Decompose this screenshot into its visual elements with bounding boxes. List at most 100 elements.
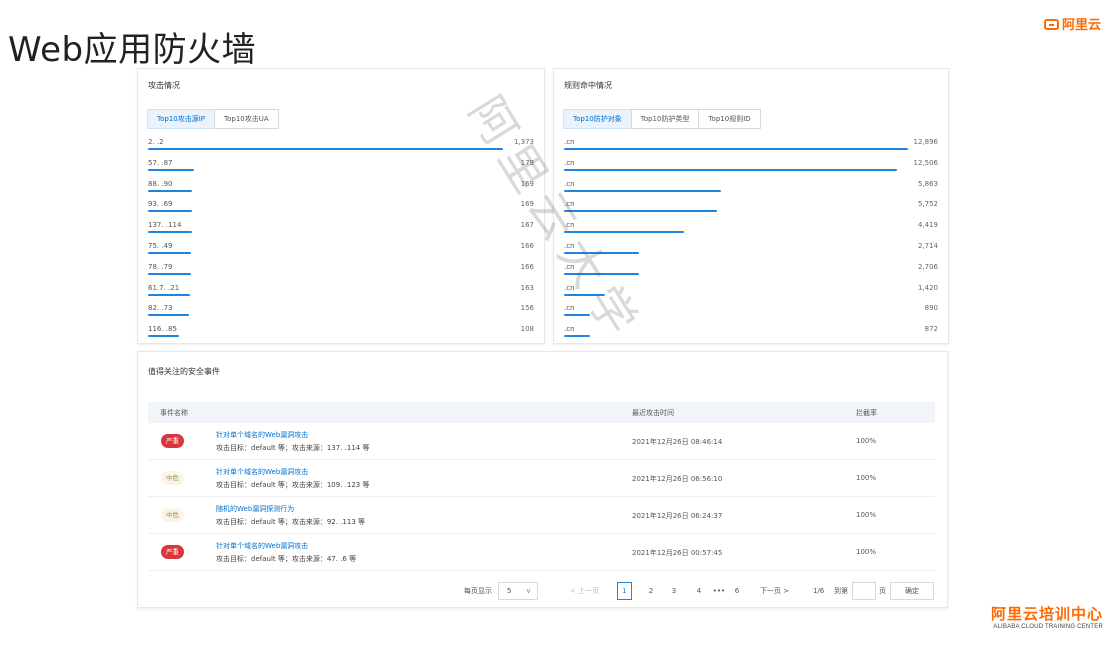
goto-confirm-button[interactable]: 确定 xyxy=(890,582,934,600)
attack-source-label: 61.7. .21 xyxy=(148,283,180,292)
rule-rank-list: .cn 12,896 .cn 12,506 .cn 5,863 .cn 5,752 .cn 4,4… xyxy=(564,135,938,343)
events-table-body: 严重 针对单个域名的Web漏洞攻击 攻击目标：default 等；攻击来源：137.… xyxy=(148,423,935,571)
aliyun-logo-icon xyxy=(1043,19,1059,30)
attack-source-row: 82. .73 156 xyxy=(148,301,534,322)
page-unit-label: 页 xyxy=(879,587,886,595)
rule-panel: 规则命中情况 Top10防护对象 Top10防护类型 Top10规则ID .cn… xyxy=(553,68,949,344)
protected-object-count: 2,714 xyxy=(917,241,938,250)
protected-object-row: .cn 4,419 xyxy=(564,218,938,239)
event-name-link[interactable]: 针对单个域名的Web漏洞攻击 xyxy=(216,541,308,551)
more-pages-ellipsis[interactable]: ••• xyxy=(712,582,726,600)
page-6-button[interactable]: 6 xyxy=(731,582,743,600)
protected-object-bar xyxy=(564,335,591,338)
attack-source-count: 167 xyxy=(520,221,534,230)
table-row: 中危 随机的Web漏洞探测行为 攻击目标：default 等；攻击来源：92. .1… xyxy=(148,497,935,534)
event-description: 攻击目标：default 等；攻击来源：109. .123 等 xyxy=(216,481,370,489)
attack-source-bar xyxy=(148,314,189,317)
table-row: 中危 针对单个域名的Web漏洞攻击攻击目标：default 等；攻击来源：109.… xyxy=(148,460,935,497)
protected-object-count: 12,896 xyxy=(913,138,939,146)
event-block-rate: 100% xyxy=(856,437,877,445)
tab-top10-protected-object[interactable]: Top10防护对象 xyxy=(563,109,632,129)
event-block-rate: 100% xyxy=(856,511,877,519)
attack-source-bar xyxy=(148,251,192,254)
event-description: 攻击目标：default 等；攻击来源：47. .6 等 xyxy=(216,555,357,563)
event-last-attack-time: 2021年12月26日 06:24:37 xyxy=(632,512,723,520)
protected-object-count: 2,706 xyxy=(917,262,938,271)
event-last-attack-time: 2021年12月26日 06:56:10 xyxy=(632,475,723,483)
protected-object-bar xyxy=(564,231,684,234)
attack-source-bar xyxy=(148,210,193,213)
attack-source-count: 179 xyxy=(520,158,534,167)
protected-object-count: 12,506 xyxy=(913,158,939,167)
attack-source-bar xyxy=(148,272,192,275)
attack-source-count: 1,373 xyxy=(513,138,534,146)
attack-source-row: 93. .69 169 xyxy=(148,197,534,218)
protected-object-label: .cn xyxy=(564,158,575,167)
training-center-logo: 阿里云培训中心 ALIBABA CLOUD TRAINING CENTER xyxy=(990,605,1103,630)
event-block-rate: 100% xyxy=(856,548,877,556)
prev-page-button[interactable]: < 上一页 xyxy=(570,582,599,600)
attack-source-count: 166 xyxy=(520,241,534,250)
attack-source-count: 108 xyxy=(520,325,534,334)
attack-rank-list: 2. .2 1,373 57. .87 179 88. .90 169 93. .69 169… xyxy=(148,135,534,343)
attack-source-row: 88. .90 169 xyxy=(148,177,534,198)
protected-object-row: .cn 12,896 xyxy=(564,135,938,156)
protected-object-count: 1,420 xyxy=(917,283,938,292)
protected-object-label: .cn xyxy=(564,262,575,271)
attack-source-label: 116. .85 xyxy=(148,325,177,334)
protected-object-row: .cn 890 xyxy=(564,301,938,322)
protected-object-label: .cn xyxy=(564,138,575,146)
event-description: 攻击目标：default 等；攻击来源：92. .113 等 xyxy=(216,518,366,526)
protected-object-label: .cn xyxy=(564,179,575,188)
page-1-button[interactable]: 1 xyxy=(617,582,632,600)
events-table-header: 事件名称 最近攻击时间 拦截率 xyxy=(148,402,935,423)
attack-source-label: 82. .73 xyxy=(148,304,173,313)
page-2-button[interactable]: 2 xyxy=(645,582,657,600)
attack-source-label: 93. .69 xyxy=(148,200,173,209)
protected-object-row: .cn 2,714 xyxy=(564,239,938,260)
severity-badge: 严重 xyxy=(161,434,184,448)
protected-object-label: .cn xyxy=(564,221,575,230)
page-4-button[interactable]: 4 xyxy=(693,582,705,600)
rule-panel-title: 规则命中情况 xyxy=(564,81,612,90)
page-3-button[interactable]: 3 xyxy=(668,582,680,600)
severity-badge: 中危 xyxy=(161,471,184,485)
attack-panel-title: 攻击情况 xyxy=(148,81,180,90)
tab-top10-rule-id[interactable]: Top10规则ID xyxy=(698,109,761,129)
page-size-select[interactable]: 5 ∨ xyxy=(498,582,538,600)
event-name-link[interactable]: 针对单个域名的Web漏洞攻击 xyxy=(216,467,308,477)
table-row: 严重 针对单个域名的Web漏洞攻击 攻击目标：default 等；攻击来源：47. … xyxy=(148,534,935,571)
protected-object-count: 890 xyxy=(924,304,938,313)
protected-object-bar xyxy=(564,148,909,150)
protected-object-row: .cn 5,752 xyxy=(564,197,938,218)
protected-object-row: .cn 12,506 xyxy=(564,156,938,177)
events-panel-title: 值得关注的安全事件 xyxy=(148,367,220,376)
event-name-link[interactable]: 随机的Web漏洞探测行为 xyxy=(216,504,294,514)
tab-top10-source-ip[interactable]: Top10攻击源IP xyxy=(147,109,216,129)
col-block-rate: 拦截率 xyxy=(856,409,877,417)
protected-object-count: 5,752 xyxy=(917,200,938,209)
security-events-panel: 值得关注的安全事件 事件名称 最近攻击时间 拦截率 严重 针对单个域名的Web漏洞… xyxy=(137,351,948,608)
protected-object-bar xyxy=(564,168,897,171)
tab-top10-protection-type[interactable]: Top10防护类型 xyxy=(630,109,700,129)
protected-object-bar xyxy=(564,272,639,275)
attack-source-label: 88. .90 xyxy=(148,179,173,188)
goto-page-input[interactable] xyxy=(852,582,876,600)
next-page-button[interactable]: 下一页 > xyxy=(760,582,789,600)
aliyun-logo: 阿里云 xyxy=(1043,14,1101,33)
attack-panel: 攻击情况 Top10攻击源IP Top10攻击UA 2. .2 1,373 57. … xyxy=(137,68,545,344)
protected-object-label: .cn xyxy=(564,325,575,334)
protected-object-row: .cn 872 xyxy=(564,322,938,343)
event-name-link[interactable]: 针对单个域名的Web漏洞攻击 xyxy=(216,430,308,440)
protected-object-bar xyxy=(564,251,639,254)
tab-top10-ua[interactable]: Top10攻击UA xyxy=(214,109,279,129)
attack-source-row: 57. .87 179 xyxy=(148,156,534,177)
slide-title: Web应用防火墙 xyxy=(8,30,257,70)
protected-object-label: .cn xyxy=(564,304,575,313)
attack-source-count: 169 xyxy=(520,200,534,209)
chevron-down-icon: ∨ xyxy=(525,587,531,595)
attack-source-count: 169 xyxy=(520,179,534,188)
attack-source-count: 156 xyxy=(520,304,534,313)
col-last-attack-time: 最近攻击时间 xyxy=(632,409,674,417)
attack-source-label: 78. .79 xyxy=(148,262,173,271)
